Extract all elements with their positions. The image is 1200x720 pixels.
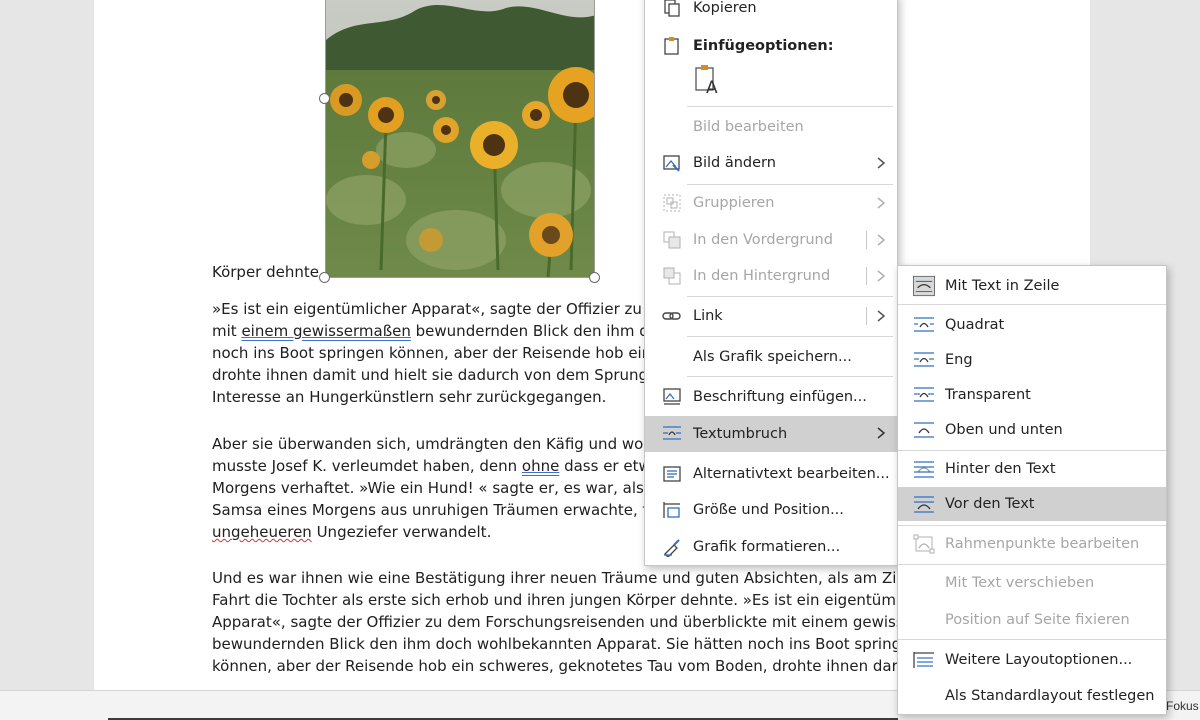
paragraph-3: Und es war ihnen wie eine Bestätigung ih… [212, 567, 932, 677]
menu-item-change-image[interactable]: Bild ändern [645, 146, 897, 180]
alt-text-icon [661, 464, 683, 484]
text-line: Fahrt die Tochter als erste sich erhob u… [212, 591, 901, 609]
separator [687, 184, 893, 185]
caption-icon [661, 387, 683, 407]
wrap-option-move-with-text[interactable]: Mit Text verschieben [898, 566, 1166, 600]
wrap-option-through[interactable]: Transparent [898, 378, 1166, 412]
paste-options-header: Einfügeoptionen: [645, 29, 897, 63]
menu-item-copy[interactable]: Kopieren [645, 0, 897, 25]
wrap-text-submenu: Mit Text in Zeile Quadrat Eng Transparen… [897, 265, 1167, 715]
separator [898, 525, 1166, 526]
layout-options-icon [913, 650, 935, 670]
spelling-flag[interactable]: ungeheueren [212, 523, 312, 541]
chevron-right-icon [877, 157, 886, 169]
text-line: Apparat«, sagte der Offizier zu dem Fors… [212, 613, 904, 631]
wrap-tight-icon [913, 350, 935, 370]
copy-icon [661, 0, 683, 18]
menu-item-insert-caption[interactable]: Beschriftung einfügen... [645, 380, 897, 414]
clipboard-icon [661, 36, 683, 56]
group-icon [661, 193, 683, 213]
format-brush-icon [661, 537, 683, 557]
text-line: Und es war ihnen wie eine Bestätigung ih… [212, 569, 906, 587]
separator [687, 296, 893, 297]
split-divider [866, 307, 867, 325]
wrap-option-edit-wrap-points[interactable]: Rahmenpunkte bearbeiten [898, 527, 1166, 561]
wrap-text-icon [661, 423, 683, 443]
paste-keep-text-only-icon[interactable]: A [692, 62, 726, 98]
chevron-right-icon [877, 234, 886, 246]
wrap-option-fix-position[interactable]: Position auf Seite fixieren [898, 603, 1166, 637]
grammar-flag[interactable]: ohne [522, 457, 559, 475]
separator [898, 639, 1166, 640]
split-divider [866, 231, 867, 249]
menu-item-link[interactable]: Link [645, 299, 897, 333]
focus-mode-button[interactable]: Fokus [1166, 699, 1199, 713]
split-divider [866, 267, 867, 285]
wrap-option-more-layout[interactable]: Weitere Layoutoptionen... [898, 643, 1166, 677]
menu-item-edit-image[interactable]: Bild bearbeiten [645, 110, 897, 144]
menu-item-group[interactable]: Gruppieren [645, 186, 897, 220]
separator [898, 450, 1166, 451]
send-backward-icon [661, 266, 683, 286]
separator [687, 106, 893, 107]
wrap-option-top-bottom[interactable]: Oben und unten [898, 413, 1166, 447]
wrap-option-inline[interactable]: Mit Text in Zeile [898, 269, 1166, 303]
chevron-right-icon [877, 197, 886, 209]
wrap-inline-icon [913, 275, 935, 297]
wrap-square-icon [913, 315, 935, 335]
wrap-top-bottom-icon [913, 420, 935, 440]
edit-wrap-points-icon [913, 534, 935, 554]
menu-item-alt-text[interactable]: Alternativtext bearbeiten... [645, 457, 897, 491]
menu-item-size-position[interactable]: Größe und Position... [645, 493, 897, 527]
menu-item-send-backward[interactable]: In den Hintergrund [645, 259, 897, 293]
bring-forward-icon [661, 230, 683, 250]
text-line: bewundernden Blick den ihm doch wohlbeka… [212, 635, 902, 653]
chevron-right-icon [877, 427, 886, 439]
chevron-right-icon [877, 310, 886, 322]
change-picture-icon [661, 153, 683, 173]
wrap-behind-icon [913, 459, 935, 479]
separator [898, 304, 1166, 305]
menu-item-bring-forward[interactable]: In den Vordergrund [645, 223, 897, 257]
wrap-option-behind-text[interactable]: Hinter den Text [898, 452, 1166, 486]
wrap-through-icon [913, 385, 935, 405]
context-menu: Kopieren Einfügeoptionen: A Bild bearbei… [644, 0, 898, 566]
separator [687, 336, 893, 337]
link-icon [661, 306, 683, 326]
sunflower-image[interactable] [325, 0, 595, 278]
wrap-option-set-default[interactable]: Als Standardlayout festlegen [898, 679, 1166, 713]
wrap-option-square[interactable]: Quadrat [898, 308, 1166, 342]
wrap-option-tight[interactable]: Eng [898, 343, 1166, 377]
separator [898, 564, 1166, 565]
resize-handle-left[interactable] [319, 93, 330, 104]
text-line: können, aber der Reisende hob ein schwer… [212, 657, 898, 675]
chevron-right-icon [877, 270, 886, 282]
grammar-flag[interactable]: einem gewissermaßen [241, 322, 410, 340]
svg-text:A: A [706, 78, 718, 98]
menu-item-save-as-picture[interactable]: Als Grafik speichern... [645, 340, 897, 374]
menu-item-wrap-text[interactable]: Textumbruch [645, 416, 897, 452]
wrap-option-in-front-of-text[interactable]: Vor den Text [898, 487, 1166, 521]
menu-item-format-picture[interactable]: Grafik formatieren... [645, 530, 897, 564]
size-position-icon [661, 500, 683, 520]
separator [687, 376, 893, 377]
wrap-in-front-icon [913, 494, 935, 514]
